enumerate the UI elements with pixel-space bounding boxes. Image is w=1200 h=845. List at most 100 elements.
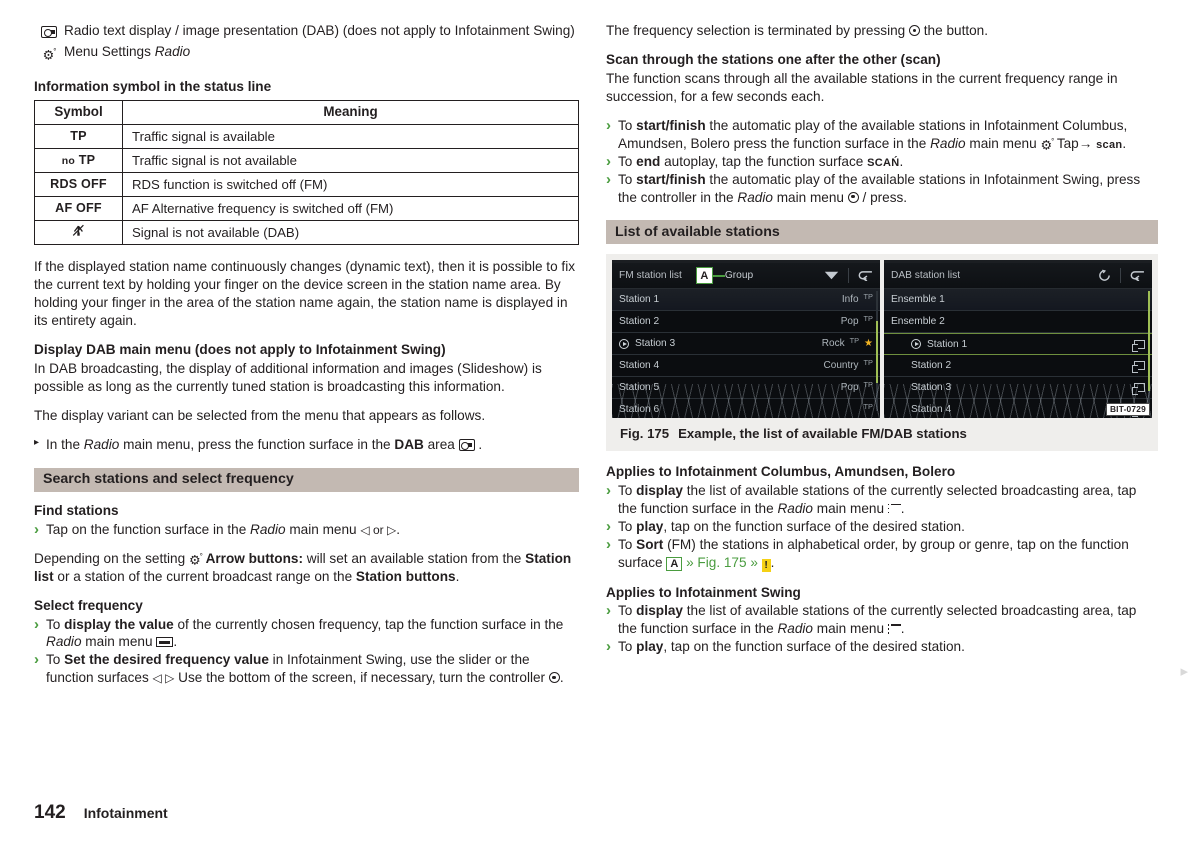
refresh-icon[interactable]	[1098, 269, 1111, 282]
station-name: Station 5	[619, 382, 660, 394]
bullet-text-bold: end	[636, 153, 661, 169]
bullet-text-post: area	[423, 436, 459, 452]
tp-badge: TP	[863, 402, 873, 412]
paragraph-terminate-frequency: The frequency selection is terminated by…	[606, 22, 1158, 40]
radio-slideshow-icon	[458, 438, 475, 451]
figure-cross-reference[interactable]: » Fig. 175 »	[686, 555, 758, 570]
legend-text-italic: Radio	[154, 43, 191, 59]
legend-text-pre: Menu Settings	[64, 43, 155, 59]
now-playing-icon	[911, 339, 921, 350]
column-header-symbol: Symbol	[34, 99, 123, 125]
symbol-cell-tp: TP	[34, 123, 123, 149]
section-header-search-stations: Search stations and select frequency	[34, 467, 579, 492]
dab-slideshow-icon	[1131, 339, 1145, 352]
bullet-scan-start-finish-columbus: To start/finish the automatic play of th…	[606, 116, 1158, 153]
applies-columbus-heading: Applies to Infotainment Columbus, Amunds…	[606, 463, 956, 479]
select-frequency-heading: Select frequency	[34, 597, 143, 613]
list-item[interactable]: Ensemble 1	[884, 289, 1152, 312]
bullet-text-italic: Radio	[250, 521, 286, 537]
bullet-text-post: main menu	[772, 189, 848, 205]
bullet-text-pre: To	[618, 171, 637, 187]
station-genre: Rock	[821, 338, 845, 350]
dab-scrollbar[interactable]	[1147, 291, 1150, 412]
table-row[interactable]: Station 1 Info TP	[612, 289, 880, 312]
bullet-text-end: .	[396, 521, 400, 537]
scan-function-surface: scan	[1096, 138, 1123, 151]
bullet-text-bold: DAB	[394, 436, 424, 452]
paragraph-text-mid2: or a station of the current broadcast ra…	[53, 568, 356, 584]
bullet-text-bold: Set the desired frequency value	[64, 652, 269, 668]
station-name: Station 1	[619, 294, 660, 306]
station-name: Station 4	[619, 360, 660, 372]
fm-station-list-screen[interactable]: FM station list A Group Station 1 Info T…	[612, 260, 880, 419]
station-meta	[1131, 361, 1145, 374]
table-row[interactable]: Station 2 Pop TP	[612, 311, 880, 334]
favourite-star-icon[interactable]: ★	[864, 337, 873, 350]
bullet-text-pre: To	[618, 603, 637, 619]
station-meta: Info TP	[842, 292, 873, 306]
ensemble-name: Ensemble 1	[891, 294, 945, 306]
arrow-left-right-icons: ◁ ▷	[152, 671, 175, 686]
find-stations-heading: Find stations	[34, 502, 119, 518]
back-arrow-icon[interactable]	[1130, 270, 1145, 282]
list-item[interactable]: Station 2	[884, 355, 1152, 378]
paragraph-text-pre: Depending on the setting	[34, 550, 189, 566]
table-row[interactable]: Station 4 Country TP	[612, 355, 880, 378]
table-header-row: Symbol Meaning	[34, 99, 579, 125]
table-row: Signal is not available (DAB)	[34, 219, 579, 246]
table-row[interactable]: Station 5 Pop TP	[612, 377, 880, 400]
meaning-cell: Traffic signal is not available	[122, 147, 579, 173]
table-row: AF OFF AF Alternative frequency is switc…	[34, 195, 579, 221]
list-menu-icon	[887, 503, 901, 514]
column-header-meaning: Meaning	[122, 99, 579, 125]
bullet-text-pre: To	[46, 652, 65, 668]
footer-section-name: Infotainment	[83, 804, 168, 821]
station-name: Station 2	[911, 360, 952, 372]
legend-item-label: Menu Settings Radio	[64, 43, 579, 61]
header-divider	[848, 268, 849, 284]
signal-crossed-icon	[34, 219, 123, 246]
station-meta: Rock TP ★	[821, 336, 873, 350]
dab-screen-title: DAB station list	[891, 270, 961, 282]
table-row[interactable]: Station 3 Rock TP ★	[612, 333, 880, 356]
warning-icon: !	[761, 558, 771, 572]
back-arrow-icon[interactable]	[858, 270, 873, 282]
bullet-text-mid: , tap on the function surface of the des…	[663, 639, 965, 655]
table-row: TP Traffic signal is available	[34, 123, 579, 149]
radio-slideshow-icon	[34, 22, 64, 41]
bullet-text-bold: display the value	[64, 616, 174, 632]
table-row[interactable]: Station 6 TP	[612, 399, 880, 418]
callout-leader-line	[712, 275, 725, 277]
arrow-left-right-icons: ◁ or ▷	[360, 522, 397, 537]
list-item[interactable]: Station 3	[884, 377, 1152, 400]
dab-station-list-screen[interactable]: DAB station list Ensemble 1 Ensemble 2 S…	[884, 260, 1152, 419]
list-item[interactable]: Ensemble 2	[884, 311, 1152, 334]
bullet-text-bold: play	[636, 518, 664, 534]
dab-screen-header: DAB station list	[884, 263, 1152, 290]
fm-group-button[interactable]: Group	[725, 269, 753, 282]
dab-menu-body: In DAB broadcasting, the display of addi…	[34, 361, 542, 395]
station-meta: Pop TP	[841, 380, 873, 394]
bullet-text-pre: To	[618, 639, 637, 655]
section-header-list-of-stations: List of available stations	[606, 220, 1158, 245]
controller-press-icon	[909, 25, 920, 36]
meaning-cell: RDS function is switched off (FM)	[122, 171, 579, 197]
legend-item-menu-settings: ⚙° Menu Settings Radio	[34, 43, 579, 62]
chevron-down-icon[interactable]	[824, 271, 839, 280]
bullet-text-pre: To	[618, 117, 637, 133]
figure-caption-text: Example, the list of available FM/DAB st…	[678, 426, 967, 442]
station-name: Station 3	[911, 382, 952, 394]
meaning-cell: Signal is not available (DAB)	[122, 219, 579, 246]
station-genre: Pop	[840, 316, 859, 328]
fm-screen-title: FM station list	[619, 270, 682, 282]
list-item[interactable]: Station 1	[884, 333, 1152, 356]
legend-item-radio-text: Radio text display / image presentation …	[34, 22, 579, 41]
left-column: Radio text display / image presentation …	[34, 22, 579, 687]
bullet-text-end: .	[900, 500, 905, 516]
fm-scrollbar[interactable]	[875, 291, 878, 412]
bullet-text-post: main menu	[81, 634, 157, 650]
bullet-text-mid: of the currently chosen frequency, tap t…	[173, 616, 564, 632]
page-footer: 142 Infotainment	[34, 800, 168, 825]
header-divider	[1120, 268, 1121, 284]
bullet-text-bold: start/finish	[636, 117, 706, 133]
